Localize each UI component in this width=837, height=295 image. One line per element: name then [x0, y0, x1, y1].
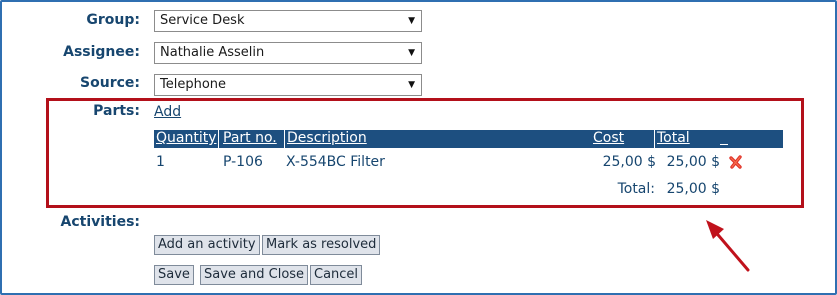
cancel-button[interactable]: Cancel: [310, 265, 363, 285]
column-part-no[interactable]: Part no.: [223, 130, 277, 148]
dropdown-arrow-icon: ▼: [408, 48, 415, 58]
column-actions: [720, 130, 728, 145]
group-label: Group:: [86, 12, 140, 28]
row-quantity: 1: [156, 154, 165, 170]
delete-x-svg: [729, 155, 742, 169]
column-separator: [654, 130, 655, 148]
assignee-select-value: Nathalie Asselin: [160, 45, 265, 60]
row-total: 25,00 $: [666, 154, 720, 170]
group-select[interactable]: Service Desk ▼: [154, 10, 422, 32]
column-separator: [284, 130, 285, 148]
source-label: Source:: [80, 75, 140, 91]
dropdown-arrow-icon: ▼: [408, 16, 415, 26]
source-select-value: Telephone: [160, 77, 227, 92]
group-select-value: Service Desk: [160, 13, 245, 28]
row-description: X-554BC Filter: [286, 154, 385, 170]
column-cost[interactable]: Cost: [593, 130, 624, 148]
assignee-label: Assignee:: [63, 44, 140, 60]
mark-resolved-button[interactable]: Mark as resolved: [262, 235, 381, 255]
assignee-select[interactable]: Nathalie Asselin ▼: [154, 42, 422, 64]
red-annotation-arrow: [706, 220, 750, 272]
add-activity-button[interactable]: Add an activity: [154, 235, 260, 255]
parts-table-header: Quantity Part no. Description Cost Total: [154, 130, 783, 148]
add-part-link[interactable]: Add: [154, 104, 181, 120]
save-close-button[interactable]: Save and Close: [200, 265, 309, 285]
row-cost: 25,00 $: [602, 154, 656, 170]
activities-label: Activities:: [60, 214, 140, 230]
save-button[interactable]: Save: [154, 265, 194, 285]
column-total[interactable]: Total: [657, 130, 690, 148]
parts-label: Parts:: [93, 103, 140, 119]
dialog-frame: Group: Service Desk ▼ Assignee: Nathalie…: [0, 0, 837, 295]
delete-x-icon[interactable]: [728, 154, 744, 170]
total-value: 25,00 $: [666, 181, 720, 197]
column-description[interactable]: Description: [287, 130, 367, 148]
source-select[interactable]: Telephone ▼: [154, 74, 422, 96]
dropdown-arrow-icon: ▼: [408, 80, 415, 90]
total-label: Total:: [617, 181, 655, 197]
column-separator: [218, 130, 219, 148]
column-quantity[interactable]: Quantity: [156, 130, 217, 148]
row-part-no: P-106: [223, 154, 263, 170]
